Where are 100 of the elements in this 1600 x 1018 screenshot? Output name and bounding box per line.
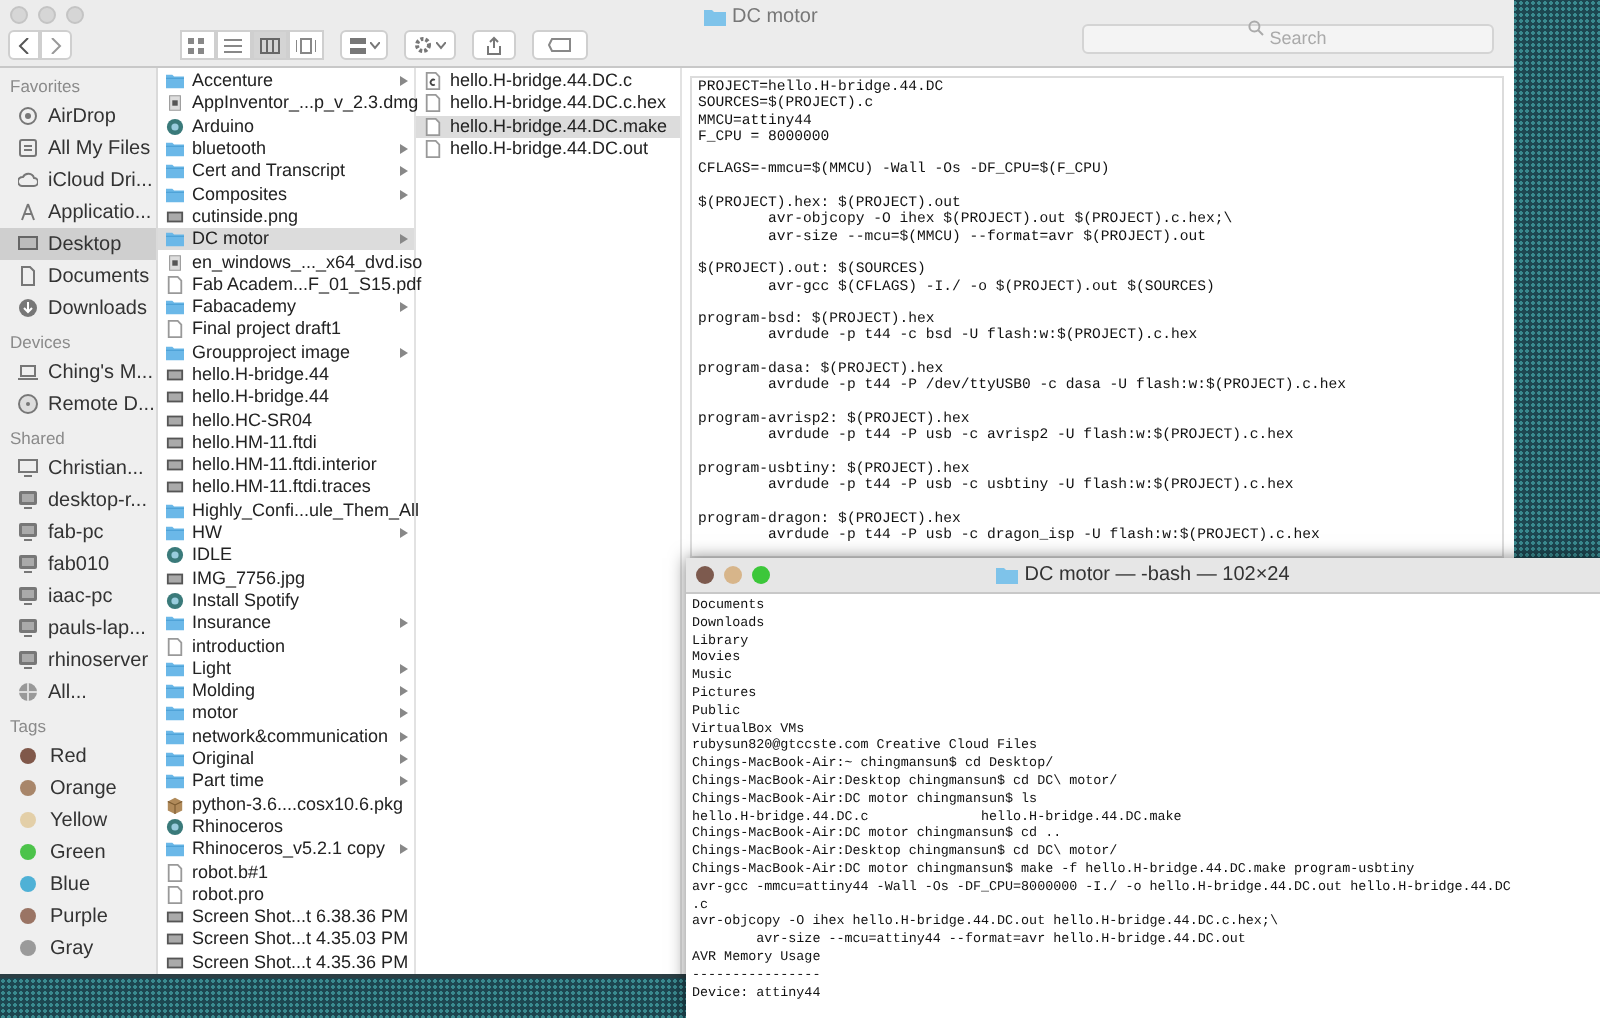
file-item[interactable]: bluetooth <box>158 137 414 161</box>
share-icon <box>486 35 502 55</box>
file-item[interactable]: motor <box>158 702 414 726</box>
sidebar-item[interactable]: AirDrop <box>0 100 156 132</box>
file-item[interactable]: cutinside.png <box>158 205 414 229</box>
file-item[interactable]: python-3.6....cosx10.6.pkg <box>158 793 414 816</box>
sidebar-item[interactable]: pauls-lap... <box>0 612 156 644</box>
tag-item[interactable]: Purple <box>0 900 156 932</box>
view-mode-button[interactable] <box>180 30 216 60</box>
file-item[interactable]: Accenture <box>158 70 414 93</box>
chevron-right-icon <box>50 37 62 53</box>
grid-icon <box>349 37 365 53</box>
file-item[interactable]: Groupproject image <box>158 341 414 364</box>
file-item[interactable]: Light <box>158 657 414 681</box>
sidebar-item[interactable]: Desktop <box>0 228 156 260</box>
folder-icon <box>166 704 184 723</box>
settings-button[interactable] <box>404 30 456 60</box>
sidebar-item[interactable]: iaac-pc <box>0 580 156 612</box>
file-item[interactable]: Original <box>158 747 414 771</box>
file-item[interactable]: HW <box>158 521 414 545</box>
file-item[interactable]: Fabacademy <box>158 295 414 319</box>
file-item[interactable]: Screen Shot...t 6.38.36 PM <box>158 905 414 929</box>
tag-icon <box>548 38 572 52</box>
file-item[interactable]: DC motor <box>158 228 414 251</box>
sidebar-item[interactable]: Remote D... <box>0 388 156 420</box>
tag-item[interactable]: Orange <box>0 772 156 804</box>
file-item[interactable]: Screen Shot...t 4.35.36 PM <box>158 951 414 974</box>
back-button[interactable] <box>8 30 40 60</box>
file-item[interactable]: Rhinoceros <box>158 815 414 839</box>
sidebar-item[interactable]: Christian... <box>0 452 156 484</box>
app-icon <box>166 591 184 610</box>
sidebar-item[interactable]: Ching's M... <box>0 356 156 388</box>
view-mode-button[interactable] <box>252 30 288 60</box>
folder-icon <box>166 727 184 746</box>
file-item[interactable]: Arduino <box>158 115 414 138</box>
sidebar-item[interactable]: rhinoserver <box>0 644 156 676</box>
arrange-button[interactable] <box>340 30 388 60</box>
tag-item[interactable]: Blue <box>0 868 156 900</box>
caret-icon <box>369 41 379 49</box>
file-item[interactable]: AppInventor_...p_v_2.3.dmg <box>158 92 414 116</box>
view-mode-button[interactable] <box>216 30 252 60</box>
document-icon <box>166 275 184 294</box>
sidebar-item[interactable]: fab-pc <box>0 516 156 548</box>
view-mode-button[interactable] <box>288 30 324 60</box>
file-item[interactable]: Part time <box>158 770 414 793</box>
file-item[interactable]: Install Spotify <box>158 589 414 613</box>
file-item[interactable]: hello.H-bridge.44.DC.out <box>416 137 680 161</box>
file-item[interactable]: Cert and Transcript <box>158 160 414 183</box>
file-item[interactable]: hello.H-bridge.44.DC.c.hex <box>416 92 680 116</box>
file-item[interactable]: Rhinoceros_v5.2.1 copy <box>158 838 414 861</box>
file-item[interactable]: hello.H-bridge.44 <box>158 386 414 409</box>
file-item[interactable]: Molding <box>158 680 414 703</box>
folder-icon <box>166 614 184 633</box>
file-item[interactable]: Composites <box>158 182 414 206</box>
disk-image-icon <box>166 94 184 113</box>
file-item[interactable]: Insurance <box>158 612 414 635</box>
share-button[interactable] <box>472 30 516 60</box>
file-item[interactable]: hello.H-bridge.44 <box>158 363 414 387</box>
app-icon <box>166 817 184 836</box>
sidebar-item[interactable]: All My Files <box>0 132 156 164</box>
sidebar-heading: Devices <box>8 330 73 356</box>
file-item[interactable]: Screen Shot...t 4.35.03 PM <box>158 928 414 952</box>
file-item[interactable]: hello.HM-11.ftdi.traces <box>158 476 414 500</box>
display-icon <box>18 458 38 478</box>
tag-item[interactable]: Yellow <box>0 804 156 836</box>
search-field[interactable]: Search <box>1082 23 1494 53</box>
forward-button[interactable] <box>40 30 72 60</box>
file-item[interactable]: robot.pro <box>158 883 414 906</box>
list-view-icon <box>224 37 244 53</box>
file-item[interactable]: IDLE <box>158 544 414 568</box>
tag-item[interactable]: Gray <box>0 932 156 964</box>
file-item[interactable]: hello.H-bridge.44.DC.c <box>416 70 680 93</box>
tag-item[interactable]: Green <box>0 836 156 868</box>
close-button[interactable] <box>696 566 714 584</box>
sidebar-item[interactable]: Documents <box>0 260 156 292</box>
file-item[interactable]: hello.H-bridge.44.DC.make <box>416 115 680 138</box>
file-item[interactable]: hello.HM-11.ftdi.interior <box>158 454 414 477</box>
sidebar-item[interactable]: Downloads <box>0 292 156 324</box>
document-icon <box>166 637 184 656</box>
files-icon <box>18 138 38 158</box>
tag-item[interactable]: Red <box>0 740 156 772</box>
sidebar-item[interactable]: desktop-r... <box>0 484 156 516</box>
sidebar-item[interactable]: Applicatio... <box>0 196 156 228</box>
sidebar-item[interactable]: iCloud Dri... <box>0 164 156 196</box>
file-item[interactable]: robot.b#1 <box>158 860 414 884</box>
app-icon <box>166 117 184 136</box>
file-item[interactable]: hello.HC-SR04 <box>158 408 414 432</box>
file-item[interactable]: hello.HM-11.ftdi <box>158 431 414 455</box>
window-title: DC motor — -bash — 102×24 <box>1024 562 1290 590</box>
file-item[interactable]: IMG_7756.jpg <box>158 567 414 590</box>
file-item[interactable]: Highly_Confi...ule_Them_All <box>158 499 414 522</box>
file-item[interactable]: Final project draft1 <box>158 318 414 342</box>
file-item[interactable]: network&communication <box>158 725 414 748</box>
folder-icon <box>166 140 184 159</box>
tag-button[interactable] <box>532 30 588 60</box>
zoom-button[interactable] <box>752 566 770 584</box>
sidebar-item[interactable]: fab010 <box>0 548 156 580</box>
sidebar-item[interactable]: All... <box>0 676 156 708</box>
folder-icon <box>166 185 184 204</box>
file-item[interactable]: introduction <box>158 634 414 658</box>
